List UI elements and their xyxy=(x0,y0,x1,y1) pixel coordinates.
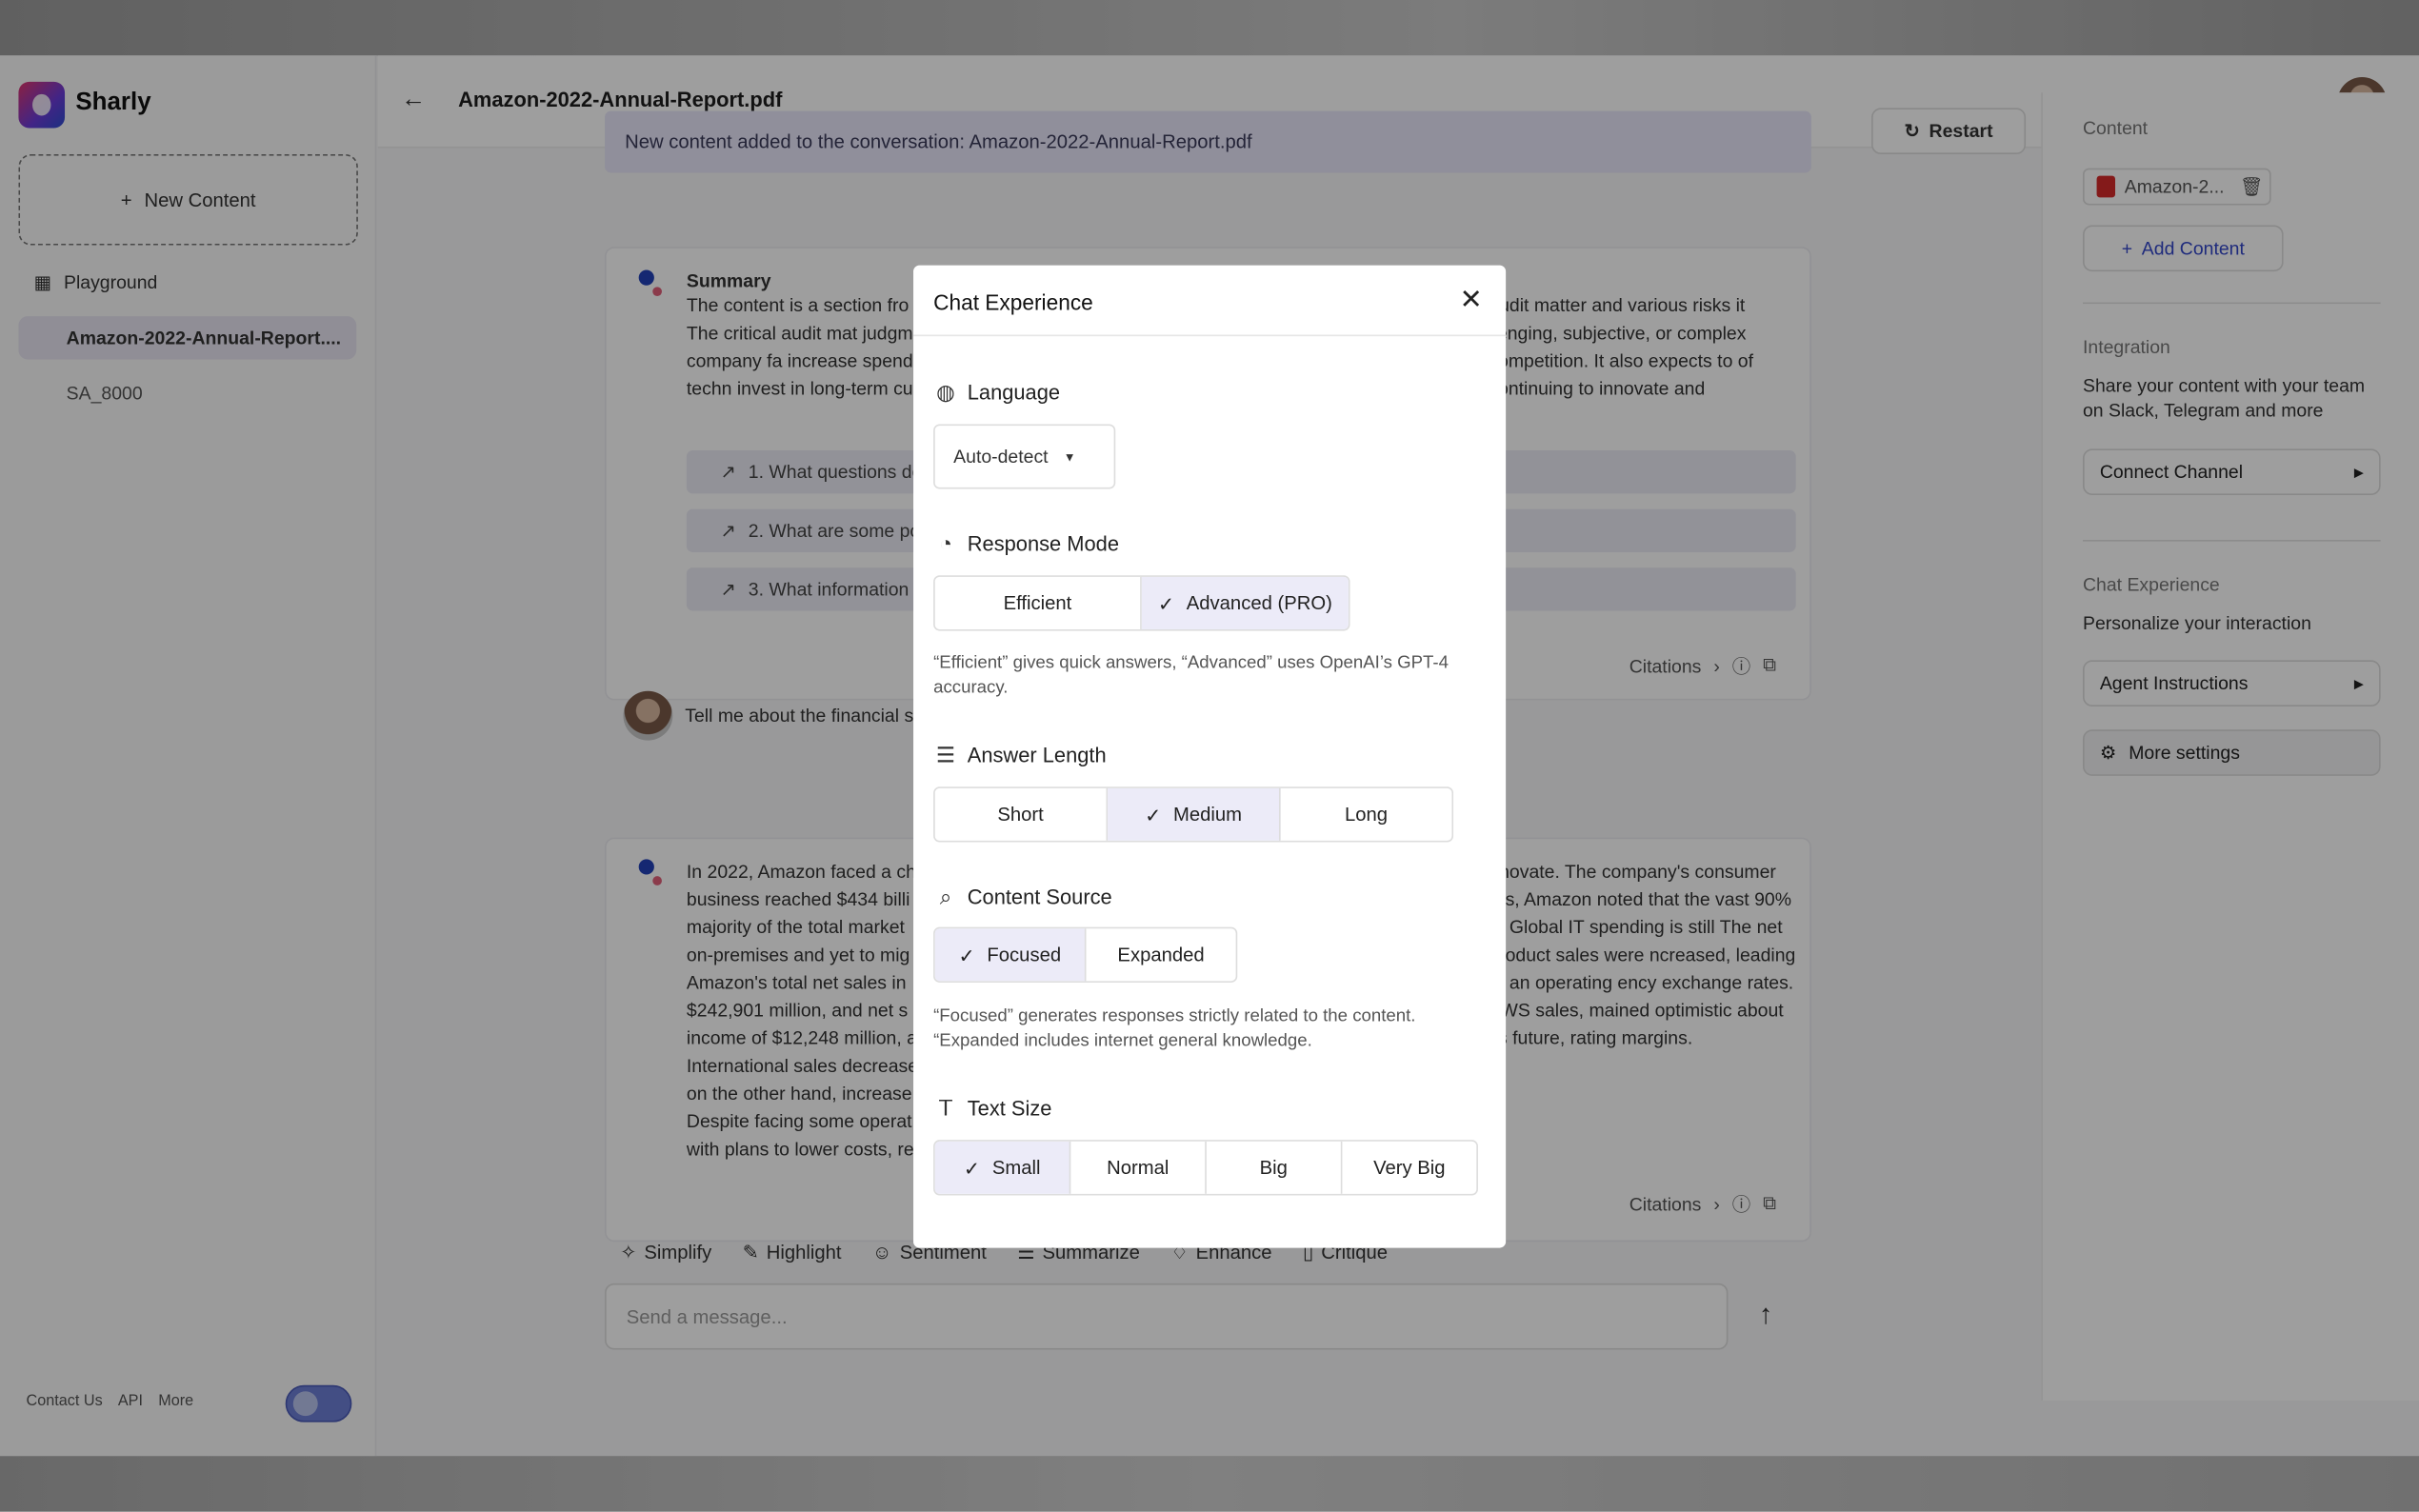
text-size-label: Text Size xyxy=(967,1096,1052,1121)
answer-length-section-title: ☰ Answer Length xyxy=(933,742,1107,768)
option-label: Expanded xyxy=(1117,944,1205,966)
content-source-section-title: ⌕ Content Source xyxy=(933,884,1112,910)
content-source-segmented: ✓ Focused Expanded xyxy=(933,926,1238,983)
content-source-expanded[interactable]: Expanded xyxy=(1086,928,1235,981)
check-icon: ✓ xyxy=(1145,804,1162,826)
text-size-icon: ꓔ xyxy=(939,1095,952,1121)
globe-icon: ◍ xyxy=(936,379,955,405)
text-size-section-title: ꓔ Text Size xyxy=(933,1095,1051,1122)
response-mode-advanced[interactable]: ✓ Advanced (PRO) xyxy=(1141,576,1349,629)
option-label: Big xyxy=(1259,1157,1288,1179)
option-label: Very Big xyxy=(1373,1157,1446,1179)
caret-down-icon: ▼ xyxy=(1063,449,1076,464)
modal-header: Chat Experience ✕ xyxy=(913,266,1507,337)
response-mode-section-title: ◔ Response Mode xyxy=(933,530,1119,555)
content-source-hint-2: “Expanded includes internet general know… xyxy=(933,1031,1312,1051)
text-size-very-big[interactable]: Very Big xyxy=(1342,1142,1476,1194)
check-icon: ✓ xyxy=(963,1157,980,1180)
option-label: Advanced (PRO) xyxy=(1186,592,1332,614)
content-source-focused[interactable]: ✓ Focused xyxy=(934,928,1087,982)
gauge-icon: ◔ xyxy=(939,530,952,556)
answer-length-medium[interactable]: ✓ Medium xyxy=(1108,787,1281,841)
check-icon: ✓ xyxy=(1157,592,1174,615)
close-icon[interactable]: ✕ xyxy=(1460,284,1483,314)
text-size-small[interactable]: ✓ Small xyxy=(934,1141,1071,1194)
language-select[interactable]: Auto-detect ▼ xyxy=(933,424,1116,489)
text-size-segmented: ✓ Small Normal Big Very Big xyxy=(933,1140,1478,1196)
response-mode-label: Response Mode xyxy=(967,531,1120,555)
response-mode-efficient[interactable]: Efficient xyxy=(935,576,1142,629)
option-label: Long xyxy=(1344,804,1389,826)
line-height-icon: ☰ xyxy=(935,742,956,767)
modal-title: Chat Experience xyxy=(933,289,1093,315)
content-source-hint-1: “Focused” generates responses strictly r… xyxy=(933,1006,1416,1026)
option-label: Efficient xyxy=(1003,592,1072,614)
response-mode-segmented: Efficient ✓ Advanced (PRO) xyxy=(933,575,1350,631)
search-list-icon: ⌕ xyxy=(939,884,952,909)
content-source-label: Content Source xyxy=(967,885,1112,909)
option-label: Medium xyxy=(1173,804,1243,826)
check-icon: ✓ xyxy=(958,945,975,966)
chat-experience-modal: Chat Experience ✕ ◍ Language Auto-detect… xyxy=(913,265,1507,1248)
language-value: Auto-detect xyxy=(953,446,1049,468)
text-size-big[interactable]: Big xyxy=(1207,1141,1343,1194)
text-size-normal[interactable]: Normal xyxy=(1070,1141,1207,1194)
answer-length-short[interactable]: Short xyxy=(935,787,1109,841)
option-label: Small xyxy=(991,1157,1041,1179)
response-mode-hint: “Efficient” gives quick answers, “Advanc… xyxy=(933,653,1449,698)
language-section-title: ◍ Language xyxy=(933,380,1060,407)
answer-length-label: Answer Length xyxy=(967,743,1107,767)
option-label: Focused xyxy=(987,944,1062,966)
answer-length-segmented: Short ✓ Medium Long xyxy=(933,786,1454,843)
answer-length-long[interactable]: Long xyxy=(1281,788,1452,841)
option-label: Short xyxy=(997,804,1044,826)
language-label: Language xyxy=(967,381,1061,405)
option-label: Normal xyxy=(1107,1157,1170,1179)
